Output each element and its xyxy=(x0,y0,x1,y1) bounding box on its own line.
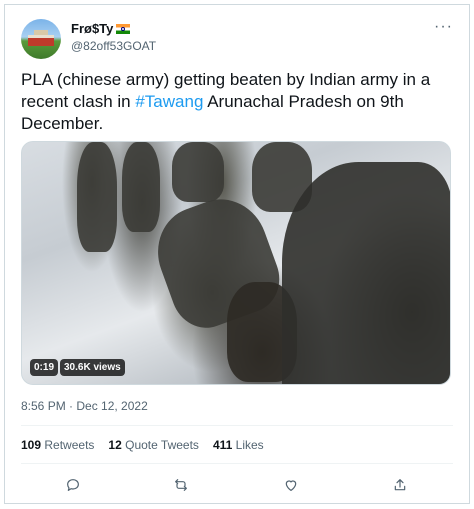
likes-count: 411 xyxy=(212,438,233,452)
author-handle[interactable]: @82off53GOAT xyxy=(71,38,156,54)
author-display-name[interactable]: Frø$Ty xyxy=(71,21,113,37)
avatar[interactable] xyxy=(21,19,61,59)
tweet-stats: 109 Retweets 12 Quote Tweets 411 Likes xyxy=(21,438,264,452)
video-duration-badge: 0:19 xyxy=(30,359,59,376)
quotes-label: Quote Tweets xyxy=(125,438,199,452)
video-figure xyxy=(172,142,224,202)
avatar-building xyxy=(28,35,54,46)
retweets-label: Retweets xyxy=(44,438,95,452)
quotes-count: 12 xyxy=(108,438,122,452)
quote-tweets-stat[interactable]: 12 Quote Tweets xyxy=(108,438,199,452)
reply-icon xyxy=(67,479,79,491)
reply-button[interactable] xyxy=(61,473,85,497)
retweets-stat[interactable]: 109 Retweets xyxy=(21,438,94,452)
likes-label: Likes xyxy=(235,438,264,452)
likes-stat[interactable]: 411 Likes xyxy=(213,438,264,452)
video-player[interactable]: 0:19 30.6K views xyxy=(21,141,451,385)
video-figure xyxy=(282,162,450,384)
share-button[interactable] xyxy=(388,473,412,497)
video-figure xyxy=(77,142,117,252)
more-options-icon[interactable]: ··· xyxy=(434,19,453,35)
share-icon xyxy=(394,479,406,491)
video-figure xyxy=(122,142,160,232)
tweet-header: Frø$Ty @82off53GOAT ··· xyxy=(21,19,455,63)
like-button[interactable] xyxy=(279,473,303,497)
author-block: Frø$Ty @82off53GOAT xyxy=(71,21,156,54)
hashtag-link[interactable]: #Tawang xyxy=(135,92,203,111)
tweet-text: PLA (chinese army) getting beaten by Ind… xyxy=(21,69,453,135)
heart-icon xyxy=(285,480,297,491)
divider xyxy=(21,463,453,464)
tweet-timestamp[interactable]: 8:56 PM · Dec 12, 2022 xyxy=(21,399,148,413)
tweet-actions xyxy=(5,473,469,497)
retweet-icon xyxy=(175,479,187,491)
india-flag-icon xyxy=(116,24,131,34)
retweet-button[interactable] xyxy=(169,473,193,497)
tweet-card: Frø$Ty @82off53GOAT ··· PLA (chinese arm… xyxy=(4,4,470,504)
divider xyxy=(21,425,453,426)
retweets-count: 109 xyxy=(21,438,42,452)
video-views-badge: 30.6K views xyxy=(60,359,125,376)
author-display-name-row[interactable]: Frø$Ty xyxy=(71,21,156,37)
